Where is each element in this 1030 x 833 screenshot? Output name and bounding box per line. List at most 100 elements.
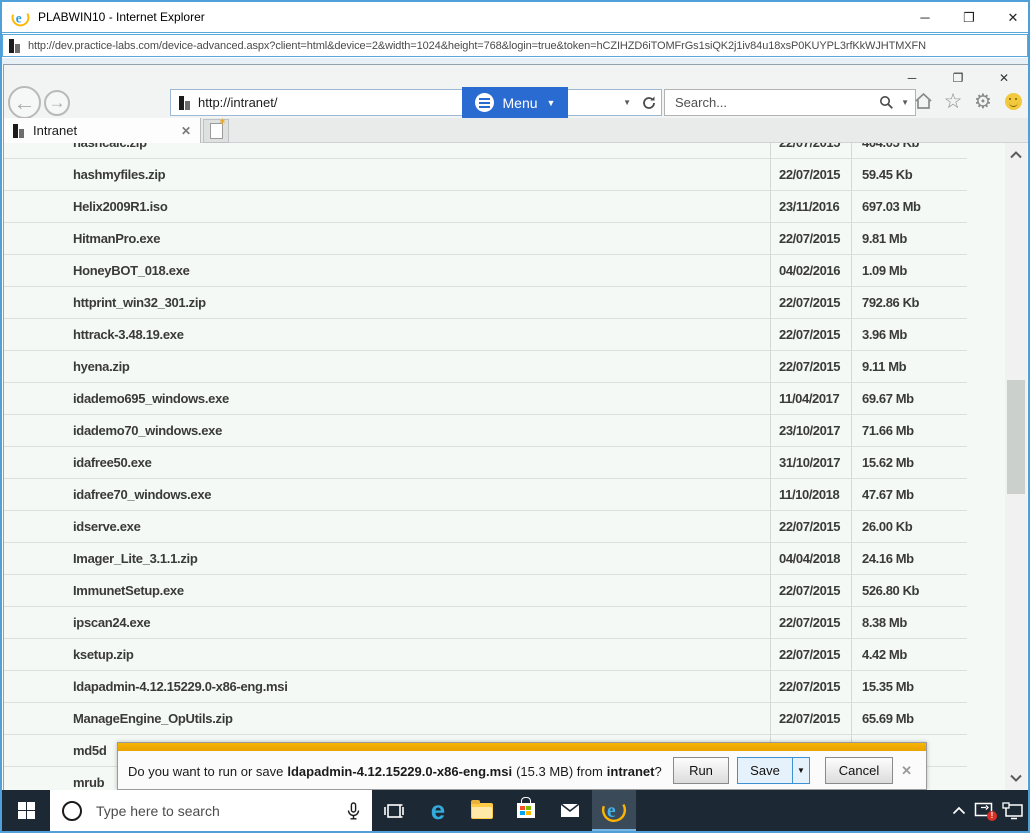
file-name[interactable]: ksetup.zip — [4, 647, 770, 662]
file-name[interactable]: idafree50.exe — [4, 455, 770, 470]
search-icon[interactable] — [879, 95, 894, 110]
file-name[interactable]: idademo70_windows.exe — [4, 423, 770, 438]
search-box[interactable]: Search... ▼ — [664, 89, 916, 116]
favorites-star-icon[interactable]: ☆ — [943, 90, 963, 113]
file-name[interactable]: httprint_win32_301.zip — [4, 295, 770, 310]
file-name[interactable]: idserve.exe — [4, 519, 770, 534]
network-icon[interactable] — [1002, 801, 1024, 820]
microsoft-store-icon[interactable] — [504, 790, 548, 831]
download-question-mark: ? — [654, 763, 662, 779]
screen: e PLABWIN10 - Internet Explorer ─ ❐ ✕ ht… — [0, 0, 1030, 833]
file-row[interactable]: ksetup.zip 22/07/2015 4.42 Mb — [4, 639, 967, 671]
file-row[interactable]: ImmunetSetup.exe 22/07/2015 526.80 Kb — [4, 575, 967, 607]
start-button[interactable] — [2, 790, 50, 831]
tab-intranet[interactable]: Intranet ✕ — [4, 118, 201, 143]
inner-restore-button[interactable]: ❐ — [949, 71, 967, 85]
file-size: 26.00 Kb — [851, 511, 967, 542]
edge-icon[interactable]: e — [416, 790, 460, 831]
file-name[interactable]: ipscan24.exe — [4, 615, 770, 630]
microphone-icon[interactable] — [347, 801, 360, 820]
file-row[interactable]: ManageEngine_OpUtils.zip 22/07/2015 65.6… — [4, 703, 967, 735]
file-date: 31/10/2017 — [770, 447, 851, 478]
file-name[interactable]: httrack-3.48.19.exe — [4, 327, 770, 342]
vertical-scrollbar[interactable] — [1005, 143, 1027, 790]
file-size: 526.80 Kb — [851, 575, 967, 606]
internet-explorer-taskbar-icon[interactable]: e — [592, 790, 636, 831]
file-name[interactable]: ldapadmin-4.12.15229.0-x86-eng.msi — [4, 679, 770, 694]
file-name[interactable]: hashmyfiles.zip — [4, 167, 770, 182]
file-row[interactable]: httprint_win32_301.zip 22/07/2015 792.86… — [4, 287, 967, 319]
refresh-icon[interactable] — [641, 95, 657, 111]
inner-close-button[interactable]: ✕ — [995, 71, 1013, 85]
cancel-button[interactable]: Cancel — [825, 757, 893, 784]
file-name[interactable]: hashcalc.zip — [4, 143, 770, 150]
file-row[interactable]: Helix2009R1.iso 23/11/2016 697.03 Mb — [4, 191, 967, 223]
file-name[interactable]: ManageEngine_OpUtils.zip — [4, 711, 770, 726]
save-button[interactable]: Save — [737, 757, 793, 784]
file-row[interactable]: ldapadmin-4.12.15229.0-x86-eng.msi 22/07… — [4, 671, 967, 703]
settings-gear-icon[interactable]: ⚙ — [973, 91, 993, 113]
search-dropdown-icon[interactable]: ▼ — [901, 98, 909, 107]
action-alert-icon[interactable]: ! — [974, 802, 997, 821]
task-view-button[interactable] — [372, 790, 416, 831]
scroll-up-icon[interactable] — [1005, 145, 1027, 165]
file-row[interactable]: hashmyfiles.zip 22/07/2015 59.45 Kb — [4, 159, 967, 191]
taskbar: Type here to search e e ! — [2, 790, 1028, 831]
file-row[interactable]: httrack-3.48.19.exe 22/07/2015 3.96 Mb — [4, 319, 967, 351]
file-name[interactable]: HitmanPro.exe — [4, 231, 770, 246]
run-button[interactable]: Run — [673, 757, 729, 784]
file-row[interactable]: idademo695_windows.exe 11/04/2017 69.67 … — [4, 383, 967, 415]
file-row[interactable]: idafree50.exe 31/10/2017 15.62 Mb — [4, 447, 967, 479]
file-row[interactable]: HoneyBOT_018.exe 04/02/2016 1.09 Mb — [4, 255, 967, 287]
outer-address-bar[interactable]: http://dev.practice-labs.com/device-adva… — [2, 34, 1028, 57]
file-size: 9.81 Mb — [851, 223, 967, 254]
file-row[interactable]: ipscan24.exe 22/07/2015 8.38 Mb — [4, 607, 967, 639]
file-date: 23/10/2017 — [770, 415, 851, 446]
file-name[interactable]: Imager_Lite_3.1.1.zip — [4, 551, 770, 566]
mail-icon[interactable] — [548, 790, 592, 831]
inner-minimize-button[interactable]: ─ — [903, 71, 921, 85]
file-row[interactable]: hyena.zip 22/07/2015 9.11 Mb — [4, 351, 967, 383]
forward-button[interactable]: → — [44, 90, 70, 116]
scrollbar-thumb[interactable] — [1007, 380, 1025, 494]
outer-maximize-button[interactable]: ❐ — [960, 10, 978, 26]
outer-close-button[interactable]: ✕ — [1004, 10, 1022, 26]
file-row[interactable]: idafree70_windows.exe 11/10/2018 47.67 M… — [4, 479, 967, 511]
address-dropdown-icon[interactable]: ▼ — [623, 98, 631, 107]
menu-button[interactable]: Menu ▼ — [462, 87, 568, 118]
file-date: 22/07/2015 — [770, 319, 851, 350]
home-icon[interactable] — [913, 91, 933, 111]
file-row[interactable]: idserve.exe 22/07/2015 26.00 Kb — [4, 511, 967, 543]
file-row[interactable]: HitmanPro.exe 22/07/2015 9.81 Mb — [4, 223, 967, 255]
file-size: 71.66 Mb — [851, 415, 967, 446]
download-bar-accent — [118, 743, 926, 751]
file-name[interactable]: idademo695_windows.exe — [4, 391, 770, 406]
download-filesize: (15.3 MB) — [516, 763, 574, 779]
taskbar-search-box[interactable]: Type here to search — [50, 790, 372, 831]
download-message-prefix: Do you want to run or save — [128, 763, 284, 779]
outer-minimize-button[interactable]: ─ — [916, 10, 934, 25]
file-name[interactable]: hyena.zip — [4, 359, 770, 374]
file-date: 22/07/2015 — [770, 223, 851, 254]
windows-logo-icon — [17, 802, 35, 819]
file-name[interactable]: ImmunetSetup.exe — [4, 583, 770, 598]
file-row[interactable]: hashcalc.zip 22/07/2015 404.05 Kb — [4, 143, 967, 159]
file-name[interactable]: Helix2009R1.iso — [4, 199, 770, 214]
save-dropdown-button[interactable]: ▼ — [793, 757, 810, 784]
file-explorer-icon[interactable] — [460, 790, 504, 831]
file-row[interactable]: Imager_Lite_3.1.1.zip 04/04/2018 24.16 M… — [4, 543, 967, 575]
file-row[interactable]: idademo70_windows.exe 23/10/2017 71.66 M… — [4, 415, 967, 447]
address-bar[interactable]: http://intranet/ ▼ — [170, 89, 662, 116]
tab-close-icon[interactable]: ✕ — [181, 124, 191, 138]
feedback-smiley-icon[interactable] — [1003, 91, 1023, 111]
scroll-down-icon[interactable] — [1005, 768, 1027, 788]
address-url-text: http://intranet/ — [198, 95, 278, 110]
file-name[interactable]: HoneyBOT_018.exe — [4, 263, 770, 278]
new-tab-button[interactable] — [203, 117, 229, 143]
show-hidden-icons-chevron[interactable] — [952, 806, 966, 815]
menu-caret-icon: ▼ — [546, 97, 556, 108]
download-host: intranet — [606, 763, 655, 779]
download-bar-close-icon[interactable]: ✕ — [901, 763, 912, 779]
file-name[interactable]: idafree70_windows.exe — [4, 487, 770, 502]
back-button[interactable]: ← — [8, 86, 41, 119]
